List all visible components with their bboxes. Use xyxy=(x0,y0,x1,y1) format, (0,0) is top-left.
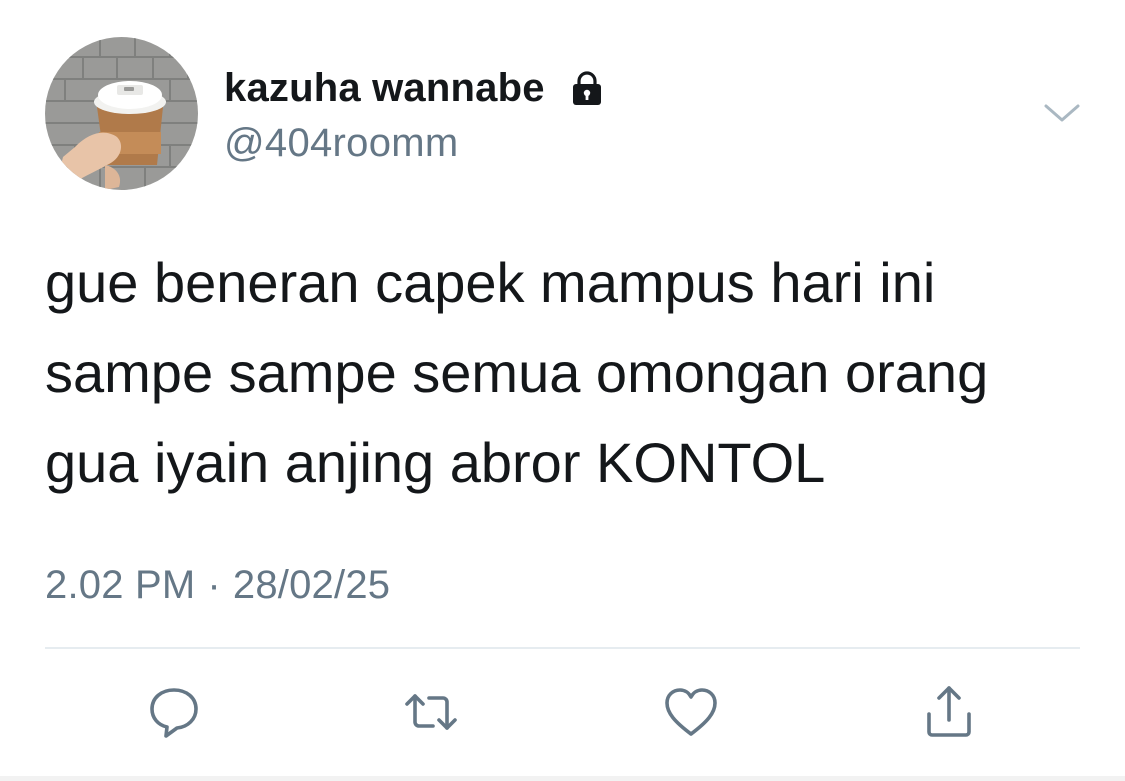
action-bar xyxy=(0,680,1125,750)
tweet-time: 2.02 PM xyxy=(45,563,196,607)
avatar[interactable] xyxy=(45,37,198,190)
share-button[interactable] xyxy=(917,680,981,744)
tweet-text: gue beneran capek mampus hari ini sampe … xyxy=(45,238,1085,508)
chevron-down-icon[interactable] xyxy=(1040,98,1084,128)
tweet-date: 28/02/25 xyxy=(232,563,391,607)
tweet-card: kazuha wannabe @404roomm gue beneran cap… xyxy=(0,0,1125,781)
reply-icon xyxy=(150,688,198,738)
retweet-icon xyxy=(405,694,457,730)
coffee-cup-avatar-image xyxy=(45,37,198,190)
lock-icon xyxy=(572,71,601,105)
author-name-row: kazuha wannabe xyxy=(224,66,607,110)
tweet-text-line: gua iyain anjing abror KONTOL xyxy=(45,431,826,494)
reply-button[interactable] xyxy=(142,680,206,744)
tweet-text-line: gue beneran capek mampus hari ini xyxy=(45,251,936,314)
tweet-text-line: sampe sampe semua omongan orang xyxy=(45,341,989,404)
like-button[interactable] xyxy=(659,680,723,744)
share-icon xyxy=(927,686,971,737)
display-name[interactable]: kazuha wannabe xyxy=(224,66,545,111)
bottom-border xyxy=(0,776,1125,781)
divider xyxy=(45,647,1080,649)
timestamp-separator: · xyxy=(207,563,221,607)
retweet-button[interactable] xyxy=(399,680,463,744)
heart-icon xyxy=(665,688,717,736)
tweet-timestamp[interactable]: 2.02 PM · 28/02/25 xyxy=(45,563,390,608)
author-handle[interactable]: @404roomm xyxy=(224,121,459,166)
